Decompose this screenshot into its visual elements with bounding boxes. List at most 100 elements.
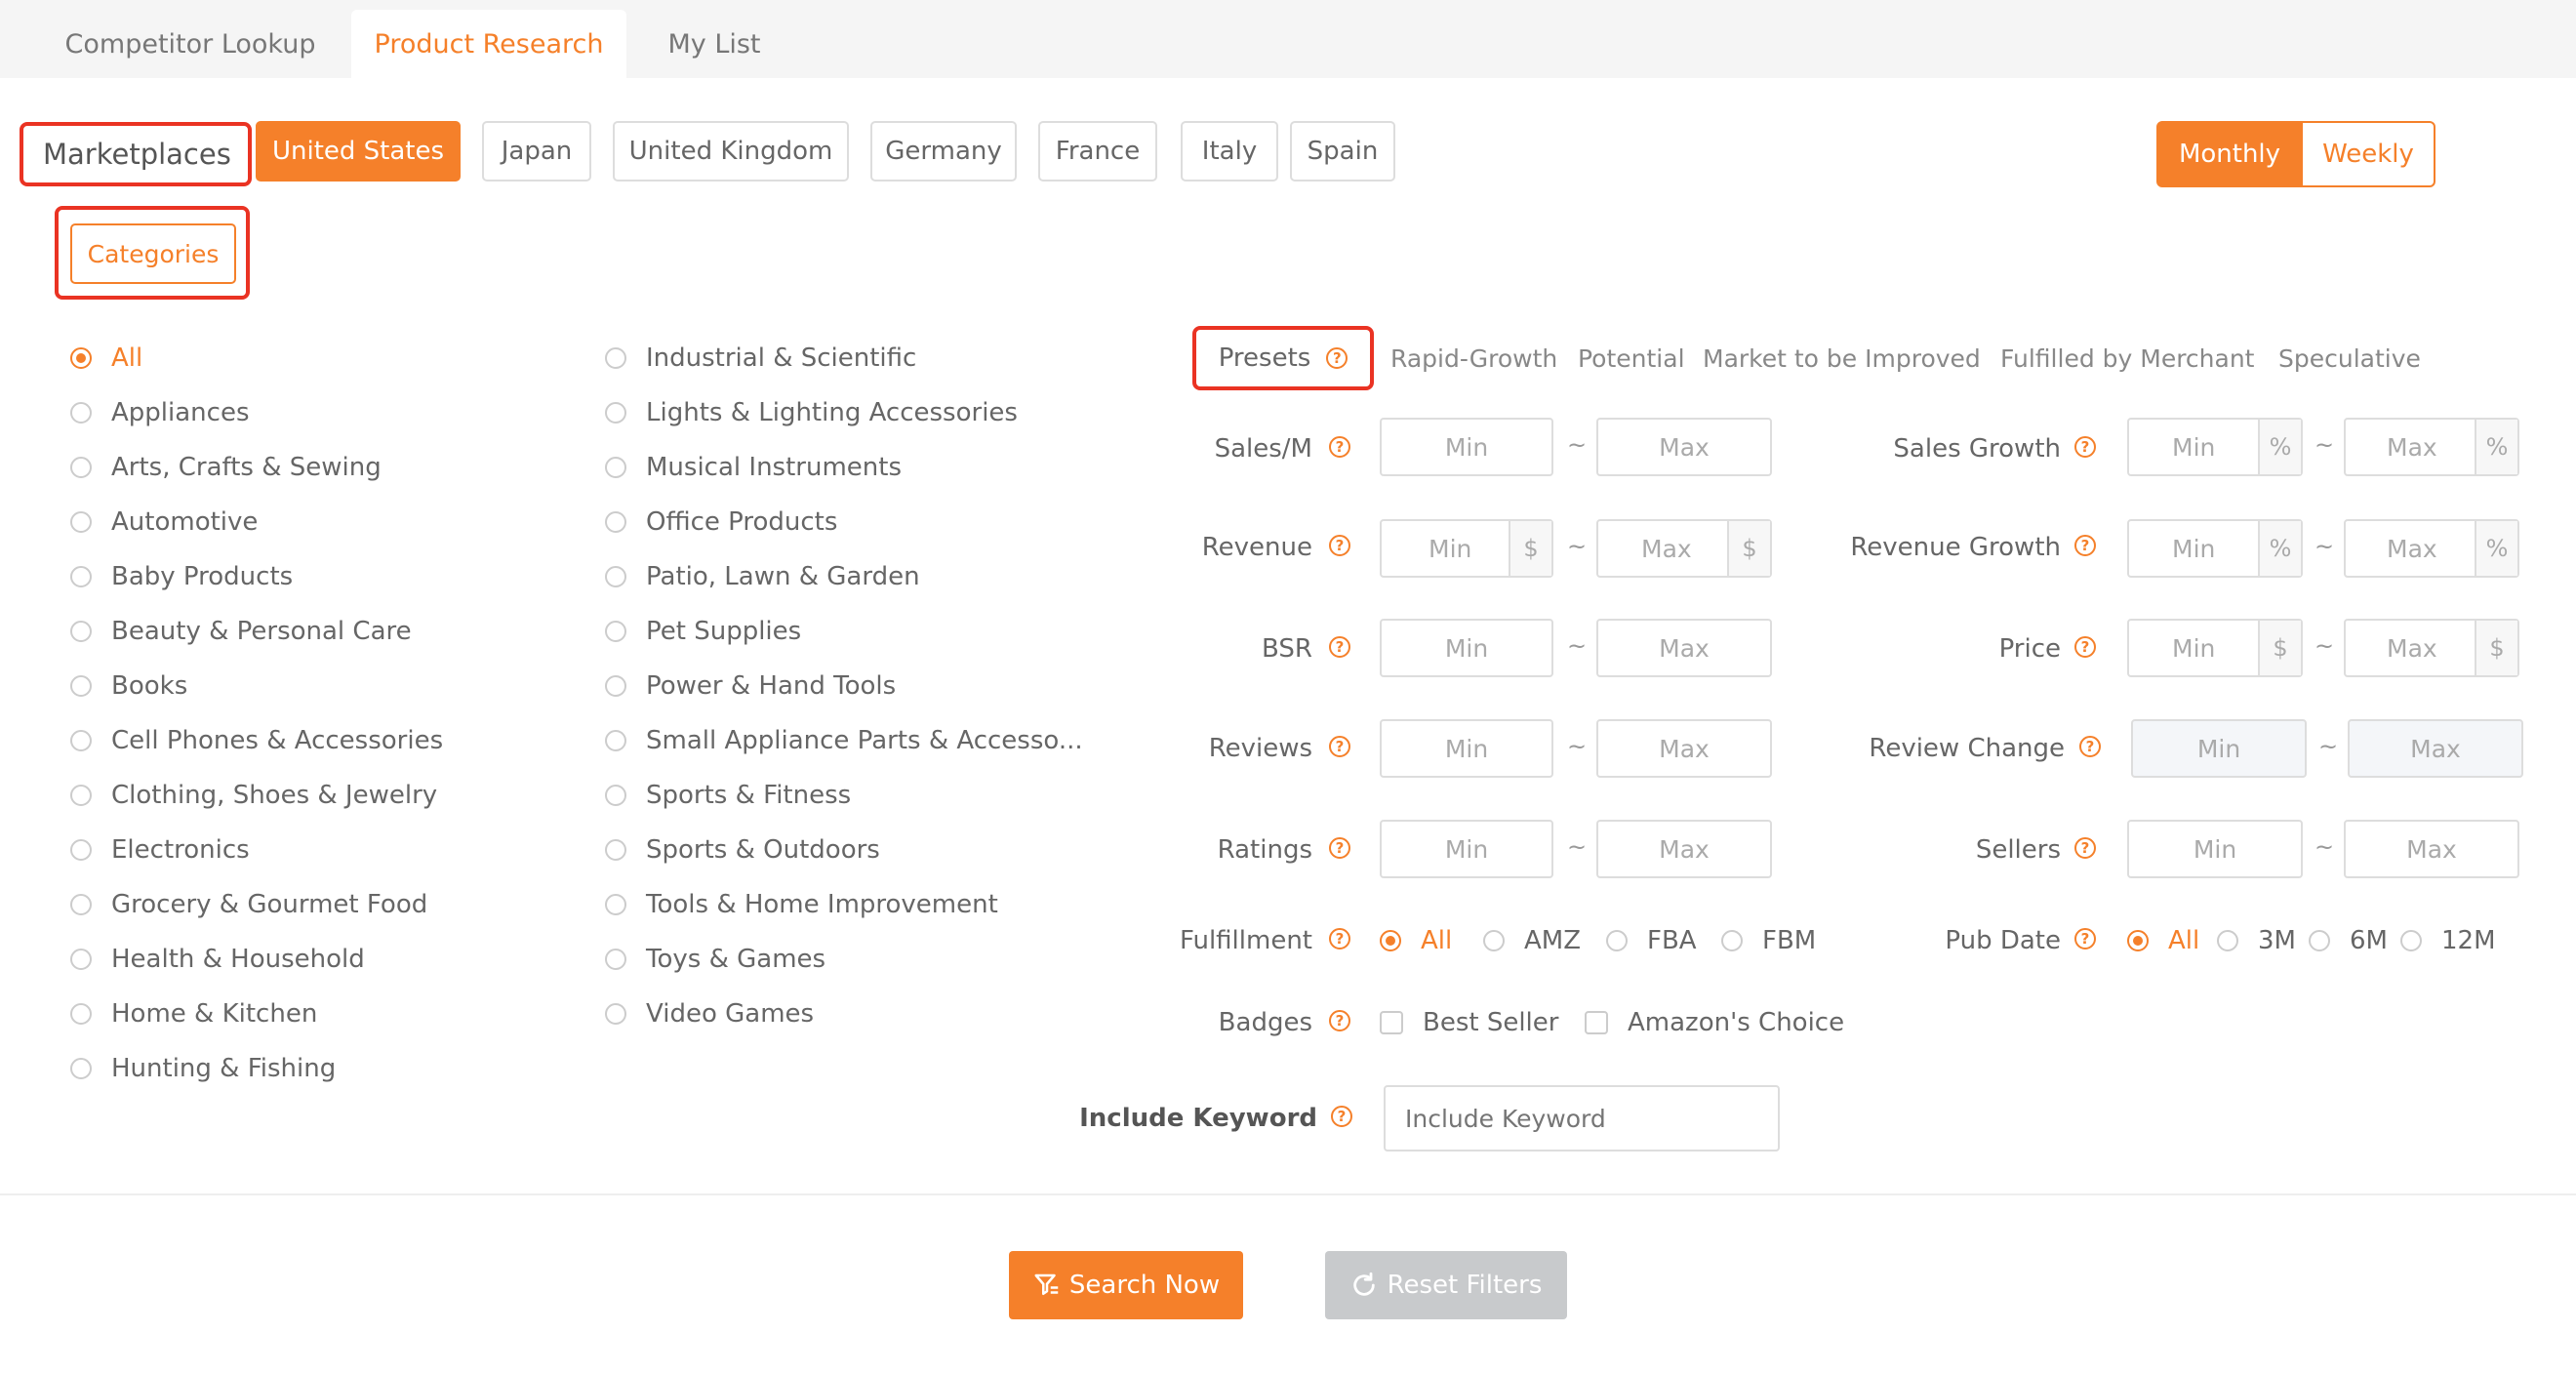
help-icon[interactable]: ?: [2074, 535, 2096, 556]
category-item[interactable]: Lights & Lighting Accessories: [605, 393, 1018, 432]
pub-date-option-6m[interactable]: 6M: [2309, 921, 2388, 960]
radio-icon[interactable]: [70, 1058, 92, 1079]
help-icon[interactable]: ?: [1329, 736, 1350, 757]
preset-speculative[interactable]: Speculative: [2278, 342, 2421, 375]
help-icon[interactable]: ?: [1329, 837, 1350, 859]
radio-icon[interactable]: [605, 566, 626, 587]
marketplace-italy[interactable]: Italy: [1181, 121, 1278, 182]
category-item[interactable]: All: [70, 339, 142, 378]
radio-selected-icon[interactable]: [1380, 930, 1401, 951]
category-item[interactable]: Sports & Fitness: [605, 776, 851, 815]
marketplace-united-kingdom[interactable]: United Kingdom: [613, 121, 849, 182]
price-min-input[interactable]: Min $: [2127, 619, 2303, 677]
radio-icon[interactable]: [2400, 930, 2422, 951]
help-icon[interactable]: ?: [1329, 636, 1350, 658]
tab-my-list[interactable]: My List: [636, 10, 792, 78]
fulfillment-option-fba[interactable]: FBA: [1606, 921, 1697, 960]
category-item[interactable]: Baby Products: [70, 557, 293, 596]
category-item[interactable]: Patio, Lawn & Garden: [605, 557, 920, 596]
fulfillment-option-all[interactable]: All: [1380, 921, 1452, 960]
radio-icon[interactable]: [70, 730, 92, 751]
category-item[interactable]: Toys & Games: [605, 940, 825, 979]
category-item[interactable]: Grocery & Gourmet Food: [70, 885, 427, 924]
reset-filters-button[interactable]: Reset Filters: [1325, 1251, 1567, 1319]
radio-icon[interactable]: [605, 839, 626, 861]
price-max-input[interactable]: Max $: [2344, 619, 2519, 677]
category-item[interactable]: Beauty & Personal Care: [70, 612, 412, 651]
radio-icon[interactable]: [605, 785, 626, 806]
pub-date-option-3m[interactable]: 3M: [2217, 921, 2296, 960]
sales-growth-min-input[interactable]: Min%: [2127, 418, 2303, 476]
radio-icon[interactable]: [70, 785, 92, 806]
revenue-min-input[interactable]: Min $: [1380, 519, 1553, 578]
radio-icon[interactable]: [70, 894, 92, 915]
badge-best-seller[interactable]: Best Seller: [1380, 1003, 1558, 1042]
fulfillment-option-amz[interactable]: AMZ: [1483, 921, 1581, 960]
help-icon[interactable]: ?: [2074, 636, 2096, 658]
radio-selected-icon[interactable]: [70, 347, 92, 369]
category-item[interactable]: Cell Phones & Accessories: [70, 721, 443, 760]
pub-date-option-12m[interactable]: 12M: [2400, 921, 2496, 960]
help-icon[interactable]: ?: [1329, 928, 1350, 950]
radio-icon[interactable]: [70, 621, 92, 642]
radio-icon[interactable]: [70, 839, 92, 861]
revenue-growth-max-input[interactable]: Max%: [2344, 519, 2519, 578]
period-monthly-button[interactable]: Monthly: [2156, 121, 2303, 187]
category-item[interactable]: Small Appliance Parts & Accesso...: [605, 721, 1083, 760]
radio-icon[interactable]: [605, 457, 626, 478]
revenue-growth-min-input[interactable]: Min%: [2127, 519, 2303, 578]
tab-product-research[interactable]: Product Research: [351, 10, 626, 78]
reviews-max-input[interactable]: Max: [1596, 719, 1772, 778]
help-icon[interactable]: ?: [2079, 736, 2101, 757]
period-weekly-button[interactable]: Weekly: [2301, 121, 2435, 187]
help-icon[interactable]: ?: [2074, 837, 2096, 859]
sales-m-max-input[interactable]: Max: [1596, 418, 1772, 476]
sellers-max-input[interactable]: Max: [2344, 820, 2519, 878]
radio-icon[interactable]: [605, 402, 626, 424]
radio-icon[interactable]: [605, 894, 626, 915]
category-item[interactable]: Appliances: [70, 393, 250, 432]
marketplace-france[interactable]: France: [1038, 121, 1157, 182]
revenue-max-input[interactable]: Max $: [1596, 519, 1772, 578]
radio-icon[interactable]: [1483, 930, 1505, 951]
radio-icon[interactable]: [605, 347, 626, 369]
fulfillment-option-fbm[interactable]: FBM: [1721, 921, 1816, 960]
category-item[interactable]: Office Products: [605, 503, 837, 542]
include-keyword-input[interactable]: [1384, 1085, 1780, 1152]
radio-icon[interactable]: [605, 511, 626, 533]
ratings-max-input[interactable]: Max: [1596, 820, 1772, 878]
radio-icon[interactable]: [605, 730, 626, 751]
category-item[interactable]: Automotive: [70, 503, 258, 542]
preset-potential[interactable]: Potential: [1578, 342, 1685, 375]
radio-selected-icon[interactable]: [2127, 930, 2149, 951]
sellers-min-input[interactable]: Min: [2127, 820, 2303, 878]
preset-fulfilled-by-merchant[interactable]: Fulfilled by Merchant: [2000, 342, 2255, 375]
radio-icon[interactable]: [605, 621, 626, 642]
category-item[interactable]: Musical Instruments: [605, 448, 902, 487]
radio-icon[interactable]: [2217, 930, 2238, 951]
radio-icon[interactable]: [1721, 930, 1743, 951]
category-item[interactable]: Power & Hand Tools: [605, 667, 896, 706]
radio-icon[interactable]: [70, 1003, 92, 1025]
bsr-min-input[interactable]: Min: [1380, 619, 1553, 677]
radio-icon[interactable]: [70, 457, 92, 478]
radio-icon[interactable]: [2309, 930, 2330, 951]
category-item[interactable]: Clothing, Shoes & Jewelry: [70, 776, 437, 815]
bsr-max-input[interactable]: Max: [1596, 619, 1772, 677]
categories-button[interactable]: Categories: [70, 223, 236, 284]
help-icon[interactable]: ?: [1331, 1106, 1352, 1127]
pub-date-option-all[interactable]: All: [2127, 921, 2199, 960]
marketplace-japan[interactable]: Japan: [482, 121, 591, 182]
checkbox-icon[interactable]: [1585, 1011, 1608, 1034]
marketplace-germany[interactable]: Germany: [870, 121, 1017, 182]
help-icon[interactable]: ?: [1326, 347, 1348, 369]
radio-icon[interactable]: [70, 566, 92, 587]
badge-amazons-choice[interactable]: Amazon's Choice: [1585, 1003, 1844, 1042]
category-item[interactable]: Arts, Crafts & Sewing: [70, 448, 382, 487]
tab-competitor-lookup[interactable]: Competitor Lookup: [39, 10, 342, 78]
ratings-min-input[interactable]: Min: [1380, 820, 1553, 878]
radio-icon[interactable]: [70, 402, 92, 424]
radio-icon[interactable]: [70, 949, 92, 970]
search-now-button[interactable]: Search Now: [1009, 1251, 1243, 1319]
category-item[interactable]: Hunting & Fishing: [70, 1049, 336, 1088]
